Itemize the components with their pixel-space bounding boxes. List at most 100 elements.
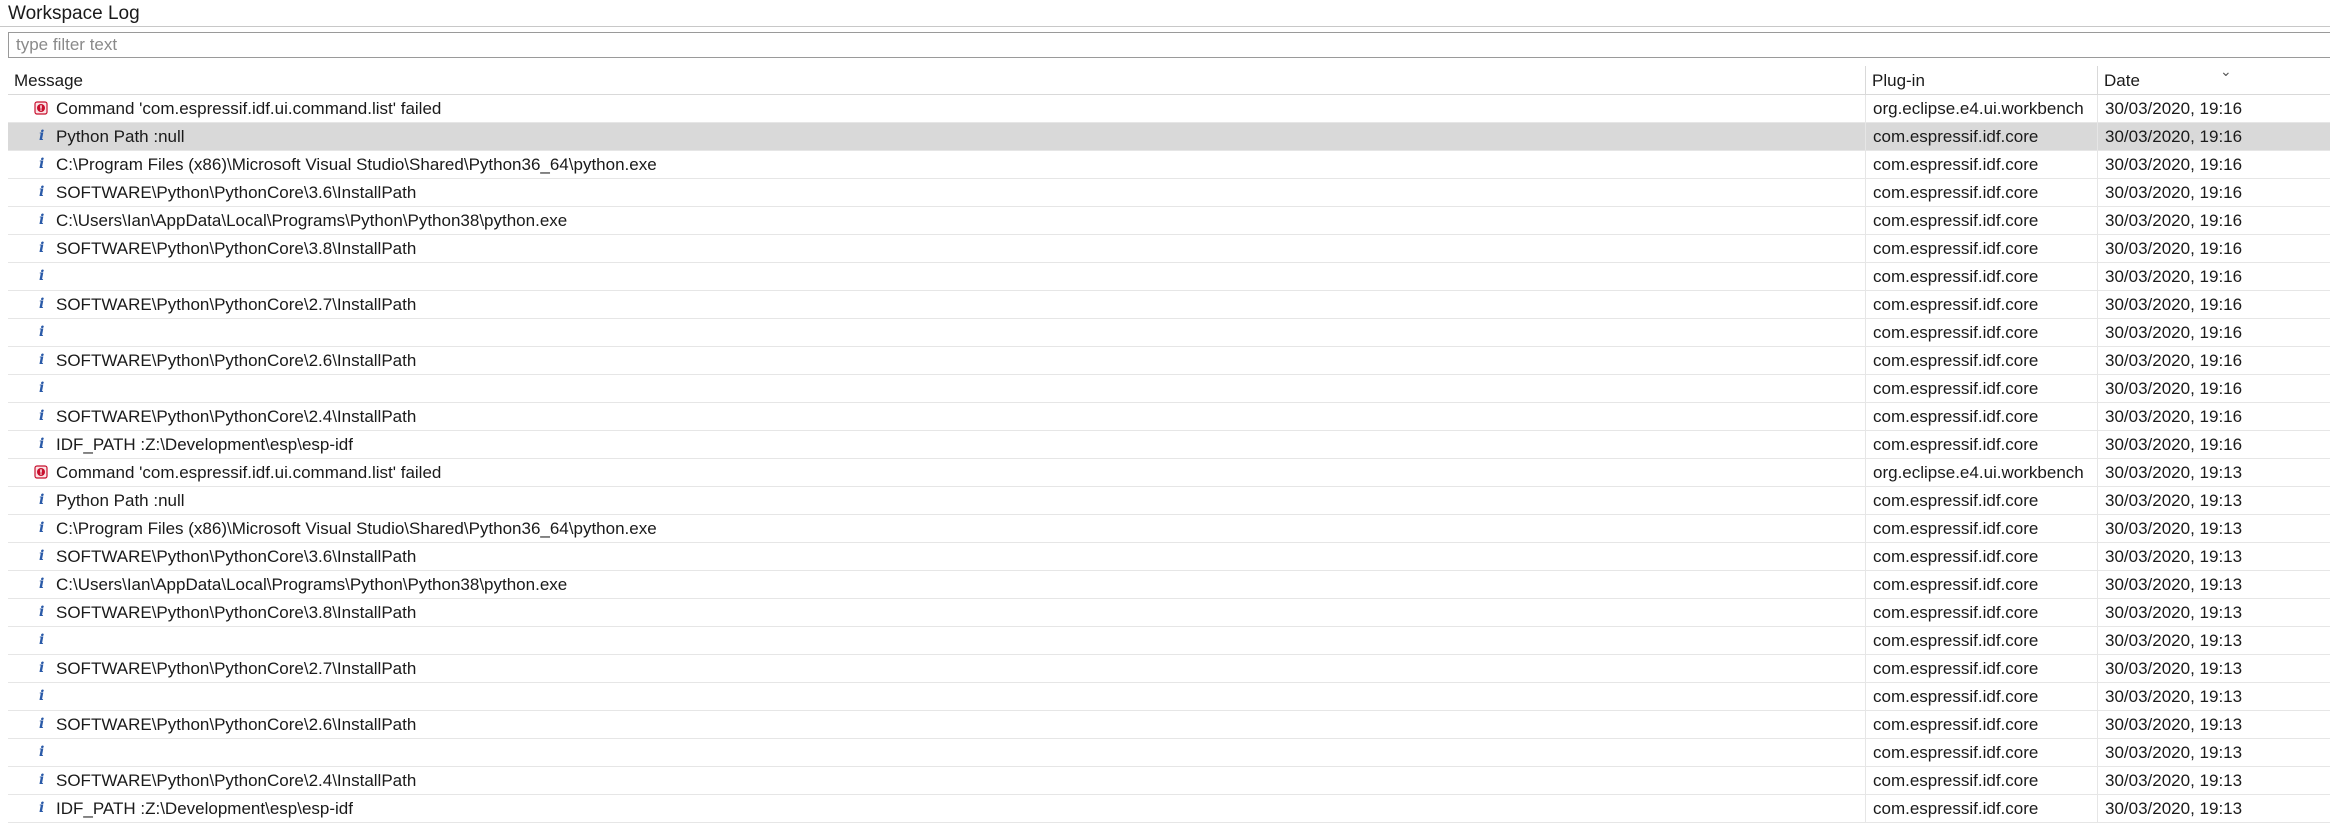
table-header: Message Plug-in Date ⌄ [8,66,2330,95]
table-row[interactable]: i SOFTWARE\Python\PythonCore\2.7\InstallP… [8,291,2330,319]
table-row[interactable]: Command 'com.espressif.idf.ui.command.li… [8,95,2330,123]
date-cell: 30/03/2020, 19:13 [2097,739,2330,766]
info-icon: i [39,492,45,508]
plugin-cell: com.espressif.idf.core [1865,403,2097,430]
message-cell: i [8,263,1865,290]
message-cell: Command 'com.espressif.idf.ui.command.li… [8,95,1865,122]
plugin-cell: com.espressif.idf.core [1865,767,2097,794]
message-text: SOFTWARE\Python\PythonCore\2.6\InstallPa… [56,715,417,734]
message-text: C:\Users\Ian\AppData\Local\Programs\Pyth… [56,211,568,230]
date-cell: 30/03/2020, 19:13 [2097,599,2330,626]
plugin-cell: com.espressif.idf.core [1865,543,2097,570]
message-cell: i [8,319,1865,346]
filter-input[interactable] [9,33,2330,57]
table-row[interactable]: i SOFTWARE\Python\PythonCore\3.6\InstallP… [8,543,2330,571]
info-icon: i [39,772,45,788]
message-text: SOFTWARE\Python\PythonCore\2.4\InstallPa… [56,771,417,790]
message-cell: i [8,375,1865,402]
table-row[interactable]: i com.espressif.idf.core 30/03/2020, 19:16 [8,319,2330,347]
message-text: SOFTWARE\Python\PythonCore\2.7\InstallPa… [56,295,417,314]
date-cell: 30/03/2020, 19:16 [2097,375,2330,402]
table-row[interactable]: i SOFTWARE\Python\PythonCore\2.4\InstallP… [8,403,2330,431]
table-row[interactable]: i SOFTWARE\Python\PythonCore\2.7\InstallP… [8,655,2330,683]
message-text: SOFTWARE\Python\PythonCore\2.4\InstallPa… [56,407,417,426]
column-header-plugin[interactable]: Plug-in [1865,66,2097,94]
message-text: SOFTWARE\Python\PythonCore\2.6\InstallPa… [56,351,417,370]
table-row[interactable]: i C:\Users\Ian\AppData\Local\Programs\Pyt… [8,571,2330,599]
table-row[interactable]: i com.espressif.idf.core 30/03/2020, 19:13 [8,739,2330,767]
table-row[interactable]: i Python Path :null com.espressif.idf.core… [8,487,2330,515]
table-row[interactable]: i SOFTWARE\Python\PythonCore\2.6\InstallP… [8,347,2330,375]
table-row[interactable]: Command 'com.espressif.idf.ui.command.li… [8,459,2330,487]
message-text: C:\Program Files (x86)\Microsoft Visual … [56,519,657,538]
date-cell: 30/03/2020, 19:16 [2097,123,2330,150]
column-header-message[interactable]: Message [8,66,1865,94]
message-cell: i SOFTWARE\Python\PythonCore\2.4\InstallP… [8,403,1865,430]
info-icon: i [39,268,45,284]
plugin-cell: com.espressif.idf.core [1865,655,2097,682]
plugin-cell: com.espressif.idf.core [1865,431,2097,458]
table-row[interactable]: i Python Path :null com.espressif.idf.core… [8,123,2330,151]
date-cell: 30/03/2020, 19:13 [2097,515,2330,542]
message-cell: i SOFTWARE\Python\PythonCore\3.6\InstallP… [8,543,1865,570]
plugin-cell: com.espressif.idf.core [1865,627,2097,654]
plugin-cell: com.espressif.idf.core [1865,347,2097,374]
info-icon: i [39,632,45,648]
table-row[interactable]: i com.espressif.idf.core 30/03/2020, 19:16 [8,375,2330,403]
plugin-cell: com.espressif.idf.core [1865,151,2097,178]
plugin-cell: com.espressif.idf.core [1865,319,2097,346]
message-cell: i Python Path :null [8,123,1865,150]
table-row[interactable]: i com.espressif.idf.core 30/03/2020, 19:16 [8,263,2330,291]
date-cell: 30/03/2020, 19:13 [2097,683,2330,710]
plugin-cell: com.espressif.idf.core [1865,795,2097,822]
info-icon: i [39,604,45,620]
date-cell: 30/03/2020, 19:13 [2097,627,2330,654]
info-icon: i [39,576,45,592]
plugin-cell: org.eclipse.e4.ui.workbench [1865,95,2097,122]
date-cell: 30/03/2020, 19:13 [2097,767,2330,794]
message-text: Command 'com.espressif.idf.ui.command.li… [56,99,442,118]
message-text: IDF_PATH :Z:\Development\esp\esp-idf [56,799,353,818]
info-icon: i [39,548,45,564]
date-cell: 30/03/2020, 19:13 [2097,711,2330,738]
table-row[interactable]: i com.espressif.idf.core 30/03/2020, 19:13 [8,627,2330,655]
date-cell: 30/03/2020, 19:16 [2097,179,2330,206]
info-icon: i [39,128,45,144]
info-icon: i [39,296,45,312]
info-icon: i [39,212,45,228]
table-row[interactable]: i C:\Users\Ian\AppData\Local\Programs\Pyt… [8,207,2330,235]
table-row[interactable]: i C:\Program Files (x86)\Microsoft Visual… [8,515,2330,543]
table-row[interactable]: i com.espressif.idf.core 30/03/2020, 19:13 [8,683,2330,711]
message-text: C:\Program Files (x86)\Microsoft Visual … [56,155,657,174]
date-cell: 30/03/2020, 19:13 [2097,487,2330,514]
plugin-cell: com.espressif.idf.core [1865,375,2097,402]
table-row[interactable]: i SOFTWARE\Python\PythonCore\2.4\InstallP… [8,767,2330,795]
message-cell: i C:\Users\Ian\AppData\Local\Programs\Pyt… [8,207,1865,234]
table-row[interactable]: i SOFTWARE\Python\PythonCore\3.8\InstallP… [8,599,2330,627]
filter-box[interactable] [8,32,2330,58]
message-cell: i [8,739,1865,766]
message-cell: i SOFTWARE\Python\PythonCore\2.6\InstallP… [8,711,1865,738]
date-cell: 30/03/2020, 19:16 [2097,95,2330,122]
message-text: SOFTWARE\Python\PythonCore\3.8\InstallPa… [56,603,417,622]
table-row[interactable]: i SOFTWARE\Python\PythonCore\3.6\InstallP… [8,179,2330,207]
table-row[interactable]: i SOFTWARE\Python\PythonCore\2.6\InstallP… [8,711,2330,739]
message-text: Command 'com.espressif.idf.ui.command.li… [56,463,442,482]
message-cell: i IDF_PATH :Z:\Development\esp\esp-idf [8,431,1865,458]
column-header-date[interactable]: Date [2097,66,2330,94]
table-row[interactable]: i C:\Program Files (x86)\Microsoft Visual… [8,151,2330,179]
table-row[interactable]: i IDF_PATH :Z:\Development\esp\esp-idf com… [8,795,2330,823]
info-icon: i [39,408,45,424]
message-cell: i SOFTWARE\Python\PythonCore\2.6\InstallP… [8,347,1865,374]
date-cell: 30/03/2020, 19:16 [2097,403,2330,430]
sort-descending-icon[interactable]: ⌄ [2220,66,2232,78]
message-cell: i [8,627,1865,654]
plugin-cell: com.espressif.idf.core [1865,599,2097,626]
message-cell: i C:\Program Files (x86)\Microsoft Visual… [8,151,1865,178]
info-icon: i [39,660,45,676]
info-icon: i [39,520,45,536]
table-row[interactable]: i IDF_PATH :Z:\Development\esp\esp-idf com… [8,431,2330,459]
plugin-cell: com.espressif.idf.core [1865,207,2097,234]
table-row[interactable]: i SOFTWARE\Python\PythonCore\3.8\InstallP… [8,235,2330,263]
message-text: SOFTWARE\Python\PythonCore\3.8\InstallPa… [56,239,417,258]
